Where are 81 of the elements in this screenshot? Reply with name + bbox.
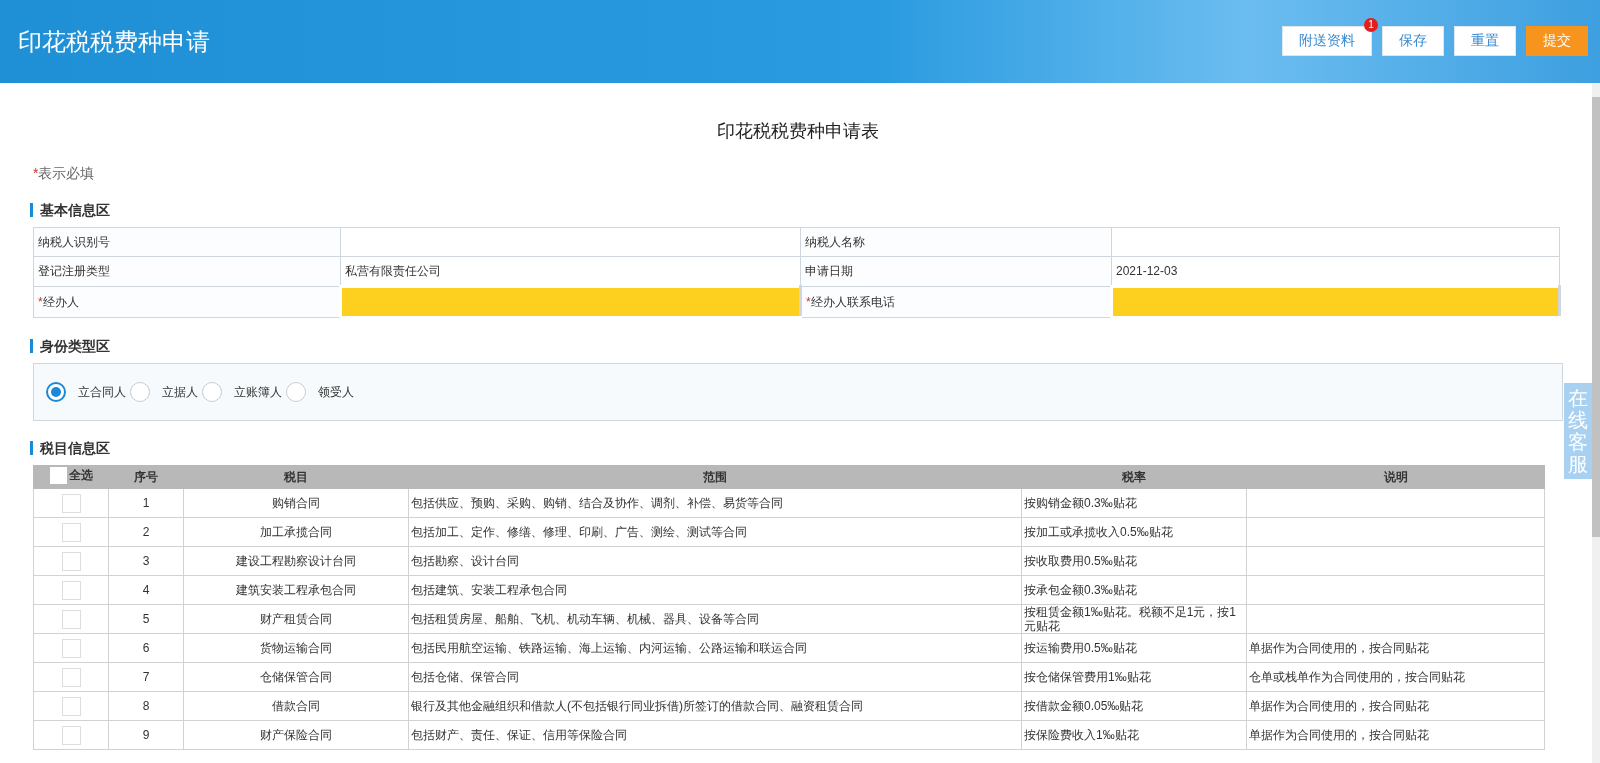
field-label: *经办人联系电话: [800, 286, 1112, 318]
table-cell: 9: [108, 720, 184, 750]
table-cell: 按保险费收入1‰贴花: [1021, 720, 1247, 750]
table-cell: 包括供应、预购、采购、购销、结合及协作、调剂、补偿、易货等合同: [408, 488, 1022, 518]
field-label: 登记注册类型: [33, 256, 341, 287]
table-cell: 1: [108, 488, 184, 518]
table-cell: 按承包金额0.3‰贴花: [1021, 575, 1247, 605]
checkbox[interactable]: [61, 580, 81, 600]
field-value[interactable]: [1111, 227, 1560, 257]
radio-label[interactable]: 立账簿人: [234, 383, 282, 401]
column-header: 序号: [108, 465, 184, 489]
radio-label[interactable]: 领受人: [318, 383, 354, 401]
column-header: 范围: [408, 465, 1022, 489]
checkbox[interactable]: [61, 667, 81, 687]
radio-button[interactable]: [46, 382, 66, 402]
field-label: 纳税人名称: [800, 227, 1112, 257]
scrollbar[interactable]: [1592, 83, 1600, 763]
form-title: 印花税税费种申请表: [716, 120, 880, 143]
table-cell: 建设工程勘察设计台同: [183, 546, 409, 576]
table-cell: 包括民用航空运输、铁路运输、海上运输、内河运输、公路运输和联运合同: [408, 633, 1022, 663]
count-badge: 1: [1364, 18, 1378, 32]
table-cell: 2: [108, 517, 184, 547]
toolbar-button[interactable]: 保存: [1382, 26, 1444, 56]
table-cell: 按运输费用0.5‰贴花: [1021, 633, 1247, 663]
table-cell: 7: [108, 662, 184, 692]
table-cell: 购销合同: [183, 488, 409, 518]
radio-label[interactable]: 立据人: [162, 383, 198, 401]
table-cell: 财产租赁合同: [183, 604, 409, 634]
field-value[interactable]: [340, 227, 801, 257]
required-note: *表示必填: [33, 165, 96, 183]
table-cell: 包括财产、责任、保证、信用等保险合同: [408, 720, 1022, 750]
table-cell: 按借款金额0.05‰贴花: [1021, 691, 1247, 721]
table-cell: 单据作为合同使用的，按合同贴花: [1246, 691, 1545, 721]
column-header: 税目: [183, 465, 409, 489]
table-cell: 仓储保管合同: [183, 662, 409, 692]
table-cell: 包括仓储、保管合同: [408, 662, 1022, 692]
column-header: 说明: [1246, 465, 1545, 489]
select-all-label[interactable]: 全选: [68, 467, 93, 484]
column-header: 税率: [1021, 465, 1247, 489]
table-cell: 货物运输合同: [183, 633, 409, 663]
checkbox[interactable]: [61, 493, 81, 513]
section-heading: 基本信息区: [30, 203, 1563, 217]
table-cell: 加工承揽合同: [183, 517, 409, 547]
checkbox[interactable]: [61, 551, 81, 571]
table-cell: 仓单或栈单作为合同使用的，按合同贴花: [1246, 662, 1545, 692]
table-cell: 包括加工、定作、修缮、修理、印刷、广告、测绘、测试等合同: [408, 517, 1022, 547]
table-cell: 包括勘察、设计台同: [408, 546, 1022, 576]
table-cell: 包括建筑、安装工程承包合同: [408, 575, 1022, 605]
radio-label[interactable]: 立合同人: [78, 383, 126, 401]
table-cell: 4: [108, 575, 184, 605]
field-label: 纳税人识别号: [33, 227, 341, 257]
table-cell: 按收取费用0.5‰贴花: [1021, 546, 1247, 576]
table-cell: 借款合同: [183, 691, 409, 721]
table-cell: 单据作为合同使用的，按合同贴花: [1246, 633, 1545, 663]
checkbox[interactable]: [61, 638, 81, 658]
radio-button[interactable]: [130, 382, 150, 402]
table-cell: 3: [108, 546, 184, 576]
radio-button[interactable]: [286, 382, 306, 402]
table-cell: 8: [108, 691, 184, 721]
page-title: 印花税税费种申请: [18, 26, 210, 57]
table-cell: 按购销金额0.3‰贴花: [1021, 488, 1247, 518]
toolbar-button[interactable]: 重置: [1454, 26, 1516, 56]
radio-button[interactable]: [202, 382, 222, 402]
checkbox[interactable]: [61, 725, 81, 745]
table-cell: 单据作为合同使用的，按合同贴花: [1246, 720, 1545, 750]
field-label: *经办人: [33, 286, 341, 318]
table-cell: 财产保险合同: [183, 720, 409, 750]
field-label: 申请日期: [800, 256, 1112, 287]
table-cell: 包括租赁房屋、船舶、飞机、机动车辆、机械、器具、设备等合同: [408, 604, 1022, 634]
table-cell: 按加工或承揽收入0.5‰贴花: [1021, 517, 1247, 547]
table-cell: 银行及其他金融组织和借款人(不包括银行同业拆借)所签订的借款合同、融资租赁合同: [408, 691, 1022, 721]
table-cell: 按租赁金额1‰贴花。税额不足1元，按1元贴花: [1021, 604, 1247, 634]
checkbox[interactable]: [61, 522, 81, 542]
table-cell: 5: [108, 604, 184, 634]
section-heading: 身份类型区: [30, 339, 1563, 353]
table-cell: 6: [108, 633, 184, 663]
table-cell: 建筑安装工程承包合同: [183, 575, 409, 605]
checkbox[interactable]: [61, 609, 81, 629]
checkbox[interactable]: [49, 467, 67, 484]
table-cell: 按仓储保管费用1‰贴花: [1021, 662, 1247, 692]
checkbox[interactable]: [61, 696, 81, 716]
